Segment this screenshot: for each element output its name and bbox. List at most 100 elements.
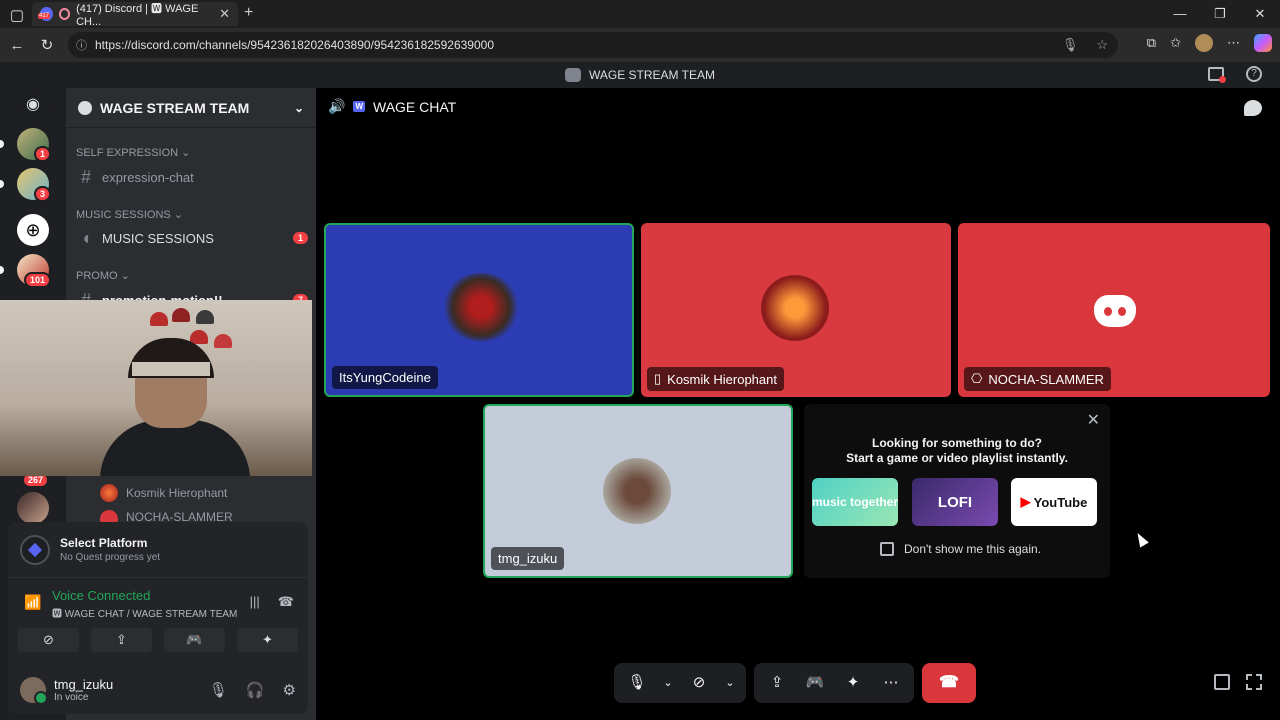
avatar[interactable] (20, 677, 48, 705)
quest-subtitle: No Quest progress yet (60, 552, 161, 563)
chevron-down-icon[interactable]: ⌄ (658, 666, 678, 700)
participant-tile[interactable]: ItsYungCodeine (324, 223, 634, 397)
channel-expression-chat[interactable]: # expression-chat (76, 163, 308, 191)
dont-show-again[interactable]: Don't show me this again. (880, 542, 1041, 556)
browser-tab[interactable]: 417 (417) Discord | 🆆 WAGE CH... ✕ (32, 2, 238, 28)
tab-title: (417) Discord | 🆆 WAGE CH... (76, 3, 199, 28)
participant-name: NOCHA-SLAMMER (988, 371, 1104, 387)
unread-pip (0, 140, 4, 148)
inbox-icon[interactable] (1208, 67, 1226, 83)
mic-icon[interactable]: 🎙 (209, 681, 228, 699)
activity-icon[interactable]: 🎮 (798, 666, 832, 700)
chevron-down-icon[interactable]: ⌄ (720, 666, 740, 700)
server-icon-3[interactable]: ⊕ (17, 214, 49, 246)
stage-channel-icon: ◖ (80, 227, 92, 248)
category-label: MUSIC SESSIONS (76, 209, 171, 221)
unread-pip (0, 180, 4, 188)
category-promo[interactable]: PROMO ⌄ (76, 269, 130, 282)
address-bar[interactable]: ⓘ https://discord.com/channels/954236182… (68, 32, 1118, 58)
webcam-overlay[interactable] (0, 300, 312, 476)
popout-icon[interactable] (1214, 674, 1230, 690)
activity-subheading: Start a game or video playlist instantly… (846, 451, 1068, 465)
activity-youtube[interactable]: ▶ YouTube (1011, 478, 1097, 526)
server-badge-1: 1 (34, 146, 52, 162)
channel-header: 🔊 W WAGE CHAT (328, 98, 456, 115)
participant-avatar (603, 458, 671, 524)
participant-tile[interactable]: tmg_izuku (483, 404, 793, 578)
headphones-icon[interactable]: 🎧 (246, 681, 265, 699)
more-menu-icon[interactable]: ⋯ (1227, 35, 1240, 51)
browser-toolbar: ← ↻ ⓘ https://discord.com/channels/95423… (0, 28, 1280, 62)
tab-actions-icon[interactable]: ▢ (2, 6, 32, 24)
new-tab-button[interactable]: + (244, 4, 253, 22)
settings-gear-icon[interactable]: ⚙ (283, 681, 296, 699)
favorite-star-icon[interactable]: ☆ (1096, 37, 1108, 53)
minimize-button[interactable]: — (1160, 0, 1200, 28)
favorites-icon[interactable]: ✩ (1170, 35, 1181, 51)
close-icon[interactable]: ✕ (1087, 410, 1100, 430)
wall-cap (214, 334, 232, 348)
participant-tile[interactable]: ⎔ NOCHA-SLAMMER (958, 223, 1270, 397)
voice-user-name: NOCHA-SLAMMER (126, 510, 233, 522)
screen-share-icon[interactable]: ⇪ (760, 666, 794, 700)
quest-bar[interactable]: Select Platform No Quest progress yet (8, 522, 308, 578)
participant-name-label: ⎔ NOCHA-SLAMMER (964, 367, 1111, 391)
channel-music-sessions[interactable]: ◖ MUSIC SESSIONS 1 (76, 224, 308, 252)
discord-home-icon[interactable]: ◉ (17, 90, 49, 122)
close-tab-icon[interactable]: ✕ (219, 6, 230, 22)
verified-server-icon (78, 100, 92, 115)
browser-tab-bar: ▢ 417 (417) Discord | 🆆 WAGE CH... ✕ + —… (0, 0, 1280, 28)
site-info-icon[interactable]: ⓘ (76, 37, 87, 53)
camera-off-button[interactable]: ⊘ (18, 628, 79, 652)
username[interactable]: tmg_izuku (54, 677, 113, 692)
current-user: tmg_izuku In voice 🎙 🎧 ⚙ (8, 668, 308, 712)
profile-avatar[interactable] (1195, 34, 1213, 52)
more-options-icon[interactable]: ⋯ (874, 666, 908, 700)
voice-user-name: Kosmik Hierophant (126, 486, 228, 500)
server-badge-4: 101 (24, 272, 52, 288)
activity-button[interactable]: 🎮 (164, 628, 225, 652)
server-icon-6[interactable] (17, 492, 49, 524)
server-badge-2: 3 (34, 186, 52, 202)
voice-user-nocha[interactable]: NOCHA-SLAMMER (100, 510, 233, 522)
camera-off-icon[interactable]: ⊘ (682, 666, 716, 700)
server-name: WAGE STREAM TEAM (100, 99, 250, 116)
screen-share-button[interactable]: ⇪ (91, 628, 152, 652)
disconnect-icon[interactable]: ☎ (278, 594, 294, 610)
mic-icon[interactable]: 🎙 (620, 666, 654, 700)
back-button[interactable]: ← (2, 37, 32, 54)
channel-emoji-tag: W (353, 101, 365, 112)
refresh-button[interactable]: ↻ (32, 36, 62, 54)
signal-icon[interactable]: 📶 (24, 594, 41, 611)
close-window-button[interactable]: ✕ (1240, 0, 1280, 28)
chat-toggle-icon[interactable] (1244, 100, 1262, 116)
soundboard-button[interactable]: ✦ (237, 628, 298, 652)
soundboard-icon[interactable]: ✦ (836, 666, 870, 700)
category-music-sessions[interactable]: MUSIC SESSIONS ⌄ (76, 208, 183, 221)
category-label: PROMO (76, 270, 118, 282)
category-self-expression[interactable]: SELF EXPRESSION ⌄ (76, 146, 190, 159)
help-icon[interactable]: ? (1246, 66, 1262, 82)
server-header[interactable]: WAGE STREAM TEAM ⌄ (66, 88, 316, 128)
discord-favicon-icon: 417 (38, 7, 53, 21)
participant-tile[interactable]: ▯ Kosmik Hierophant (641, 223, 951, 397)
activity-label: music together (812, 495, 899, 509)
hang-up-button[interactable]: ☎ (922, 663, 976, 703)
checkbox[interactable] (880, 542, 894, 556)
activity-group: ⇪ 🎮 ✦ ⋯ (754, 663, 914, 703)
extensions-icon[interactable]: ⧉ (1147, 35, 1156, 51)
url-text: https://discord.com/channels/95423618202… (95, 38, 494, 52)
participant-name-label: ItsYungCodeine (332, 366, 438, 389)
fullscreen-icon[interactable] (1246, 674, 1262, 690)
call-controls: 🎙 ⌄ ⊘ ⌄ ⇪ 🎮 ✦ ⋯ ☎ (614, 662, 976, 704)
recording-icon (58, 8, 71, 20)
activity-lofi[interactable]: LOFI (912, 478, 998, 526)
noise-suppression-icon[interactable]: ||| (250, 594, 260, 610)
voice-user-kosmik[interactable]: Kosmik Hierophant (100, 484, 227, 502)
wall-cap (172, 308, 190, 322)
participant-name: Kosmik Hierophant (667, 371, 777, 387)
activity-music-together[interactable]: music together (812, 478, 898, 526)
copilot-icon[interactable] (1254, 34, 1272, 52)
maximize-button[interactable]: ❐ (1200, 0, 1240, 28)
mic-permission-icon[interactable]: 🎙 (1062, 37, 1079, 53)
